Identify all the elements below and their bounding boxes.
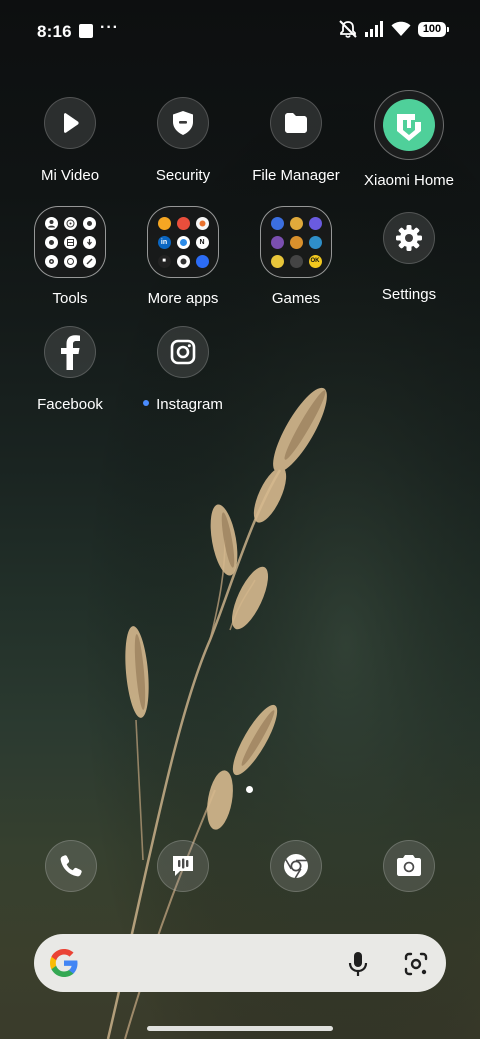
brand-app-icon	[195, 216, 209, 230]
game-icon	[289, 254, 303, 268]
cleaner-icon	[82, 254, 96, 268]
google-g-icon[interactable]	[48, 947, 80, 979]
instagram-icon	[157, 326, 209, 378]
signal-icon	[365, 21, 383, 37]
app-label: Mi Video	[40, 167, 100, 184]
dock-chrome[interactable]	[270, 840, 322, 892]
microphone-icon[interactable]	[345, 950, 371, 978]
linkedin-icon: in	[157, 235, 171, 249]
google-lens-icon[interactable]	[402, 950, 430, 978]
download-icon	[82, 235, 96, 249]
shield-icon	[157, 97, 209, 149]
status-icons: 100	[338, 20, 449, 38]
folder-tools-icon	[34, 206, 106, 278]
status-bar: 8:16 ··· 100	[0, 0, 480, 64]
play-icon	[44, 97, 96, 149]
home-indicator[interactable]	[147, 1026, 333, 1031]
app-label: Security	[155, 167, 211, 184]
folder-more-apps-icon: in N ■	[147, 206, 219, 278]
app-label: Settings	[381, 286, 437, 303]
clock-icon	[82, 216, 96, 230]
notification-square-icon	[79, 24, 93, 38]
folder-more-apps[interactable]: in N ■ More apps	[128, 206, 238, 307]
media-app-icon: ■	[157, 254, 171, 268]
facebook-icon	[44, 326, 96, 378]
phone-icon	[60, 855, 82, 877]
new-indicator-dot	[143, 400, 150, 407]
messages-icon	[173, 856, 193, 876]
wps-icon	[176, 216, 190, 230]
user-icon	[44, 216, 58, 230]
wifi-icon	[391, 21, 411, 36]
game-icon	[289, 235, 303, 249]
camera-icon	[397, 855, 421, 876]
gear-icon	[383, 212, 435, 264]
app-instagram[interactable]: Instagram	[128, 326, 238, 413]
compass-icon	[63, 216, 77, 230]
google-search-bar[interactable]	[34, 934, 446, 992]
app-security[interactable]: Security	[128, 97, 238, 184]
record-icon	[44, 235, 58, 249]
game-icon	[270, 254, 284, 268]
chrome-icon	[284, 854, 308, 879]
folder-icon	[270, 97, 322, 149]
dock-messages[interactable]	[157, 840, 209, 892]
globe-icon	[176, 235, 190, 249]
app-mi-video[interactable]: Mi Video	[15, 97, 125, 184]
app-facebook[interactable]: Facebook	[15, 326, 125, 413]
app-settings[interactable]: Settings	[354, 212, 464, 303]
target-app-icon	[176, 254, 190, 268]
battery-icon: 100	[418, 21, 449, 37]
scanner-icon	[63, 235, 77, 249]
app-label: Instagram	[156, 396, 223, 413]
page-indicator	[246, 786, 253, 793]
game-icon	[270, 216, 284, 230]
notifications-off-icon	[339, 20, 357, 38]
dock-camera[interactable]	[383, 840, 435, 892]
folder-games-icon: OK	[260, 206, 332, 278]
more-notifications-icon: ···	[100, 19, 119, 36]
app-label: Games	[271, 290, 321, 307]
game-icon	[308, 216, 322, 230]
game-icon	[289, 216, 303, 230]
app-label-row: Instagram	[128, 396, 238, 413]
app-label: More apps	[147, 290, 219, 307]
folder-games[interactable]: OK Games	[241, 206, 351, 307]
game-icon	[308, 235, 322, 249]
blue-app-icon	[195, 254, 209, 268]
xiaomi-home-icon	[374, 90, 444, 160]
app-xiaomi-home[interactable]: Xiaomi Home	[354, 90, 464, 189]
app-file-manager[interactable]: File Manager	[241, 97, 351, 184]
app-label: File Manager	[252, 167, 340, 184]
calculator-icon	[63, 254, 77, 268]
game-icon: OK	[308, 254, 322, 268]
status-time: 8:16	[37, 22, 72, 41]
burger-app-icon	[157, 216, 171, 230]
recorder-icon	[44, 254, 58, 268]
app-label: Tools	[52, 290, 88, 307]
app-label: Facebook	[37, 396, 103, 413]
netflix-icon: N	[195, 235, 209, 249]
folder-tools[interactable]: Tools	[15, 206, 125, 307]
game-icon	[270, 235, 284, 249]
app-label: Xiaomi Home	[363, 172, 455, 189]
dock-phone[interactable]	[45, 840, 97, 892]
